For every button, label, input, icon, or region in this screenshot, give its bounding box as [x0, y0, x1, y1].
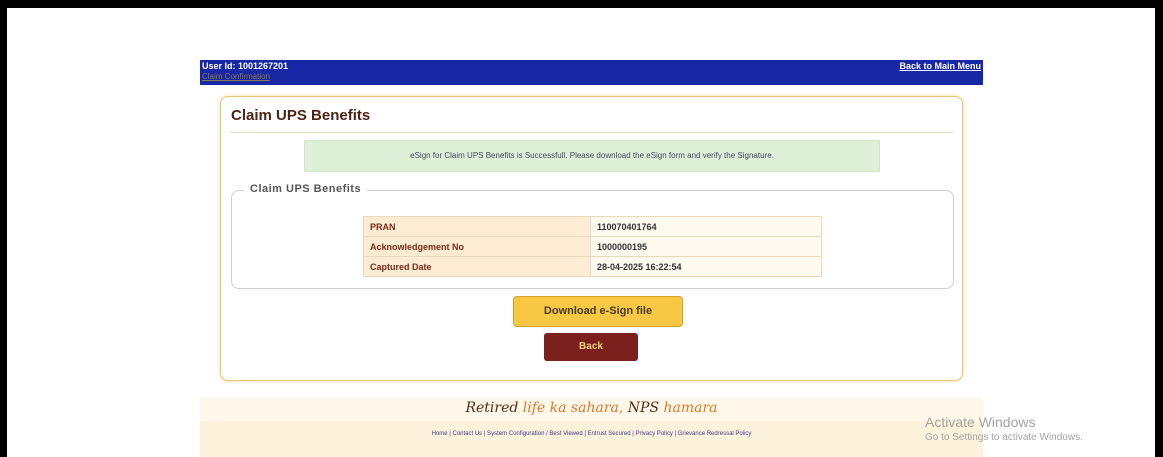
header-bar: User Id: 1001267201 Claim Confirmation B…: [200, 60, 983, 85]
slogan-part: life ka sahara,: [522, 400, 628, 416]
page-title: Claim UPS Benefits: [231, 107, 371, 124]
table-row: Captured Date 28-04-2025 16:22:54: [363, 256, 822, 277]
row-value: 1000000195: [590, 236, 822, 257]
activate-windows-subtitle: Go to Settings to activate Windows.: [925, 432, 1083, 443]
claim-details-fieldset: Claim UPS Benefits PRAN 110070401764 Ack…: [231, 183, 954, 289]
footer: Home | Contact Us | System Configuration…: [200, 421, 983, 457]
success-alert: eSign for Claim UPS Benefits is Successf…: [304, 140, 880, 172]
slogan-part: Retired: [465, 400, 523, 416]
row-value: 28-04-2025 16:22:54: [590, 256, 822, 277]
row-label: Acknowledgement No: [363, 236, 591, 257]
slogan-band: Retired life ka sahara, NPS hamara: [200, 398, 983, 421]
back-button[interactable]: Back: [544, 333, 638, 361]
table-row: PRAN 110070401764: [363, 216, 822, 237]
table-row: Acknowledgement No 1000000195: [363, 236, 822, 257]
row-label: PRAN: [363, 216, 591, 237]
user-id-label: User Id: 1001267201: [202, 61, 289, 71]
page-container: User Id: 1001267201 Claim Confirmation B…: [200, 8, 983, 457]
download-esign-button[interactable]: Download e-Sign file: [513, 296, 683, 327]
breadcrumb-link[interactable]: Claim Confirmation: [202, 72, 270, 81]
fieldset-legend: Claim UPS Benefits: [244, 183, 368, 195]
slogan-part: hamara: [663, 400, 718, 416]
slogan: Retired life ka sahara, NPS hamara: [200, 400, 983, 416]
claim-card: Claim UPS Benefits eSign for Claim UPS B…: [220, 96, 963, 381]
footer-links[interactable]: Home | Contact Us | System Configuration…: [200, 431, 983, 437]
row-label: Captured Date: [363, 256, 591, 277]
window-frame-top: [0, 0, 1163, 8]
back-to-main-menu-link[interactable]: Back to Main Menu: [899, 61, 981, 71]
window-frame-left: [0, 0, 7, 457]
claim-details-table: PRAN 110070401764 Acknowledgement No 100…: [363, 216, 822, 277]
title-divider: [230, 132, 953, 133]
row-value: 110070401764: [590, 216, 822, 237]
window-frame-right: [1155, 0, 1163, 457]
activate-windows-title: Activate Windows: [925, 414, 1036, 430]
slogan-part: NPS: [627, 400, 664, 416]
